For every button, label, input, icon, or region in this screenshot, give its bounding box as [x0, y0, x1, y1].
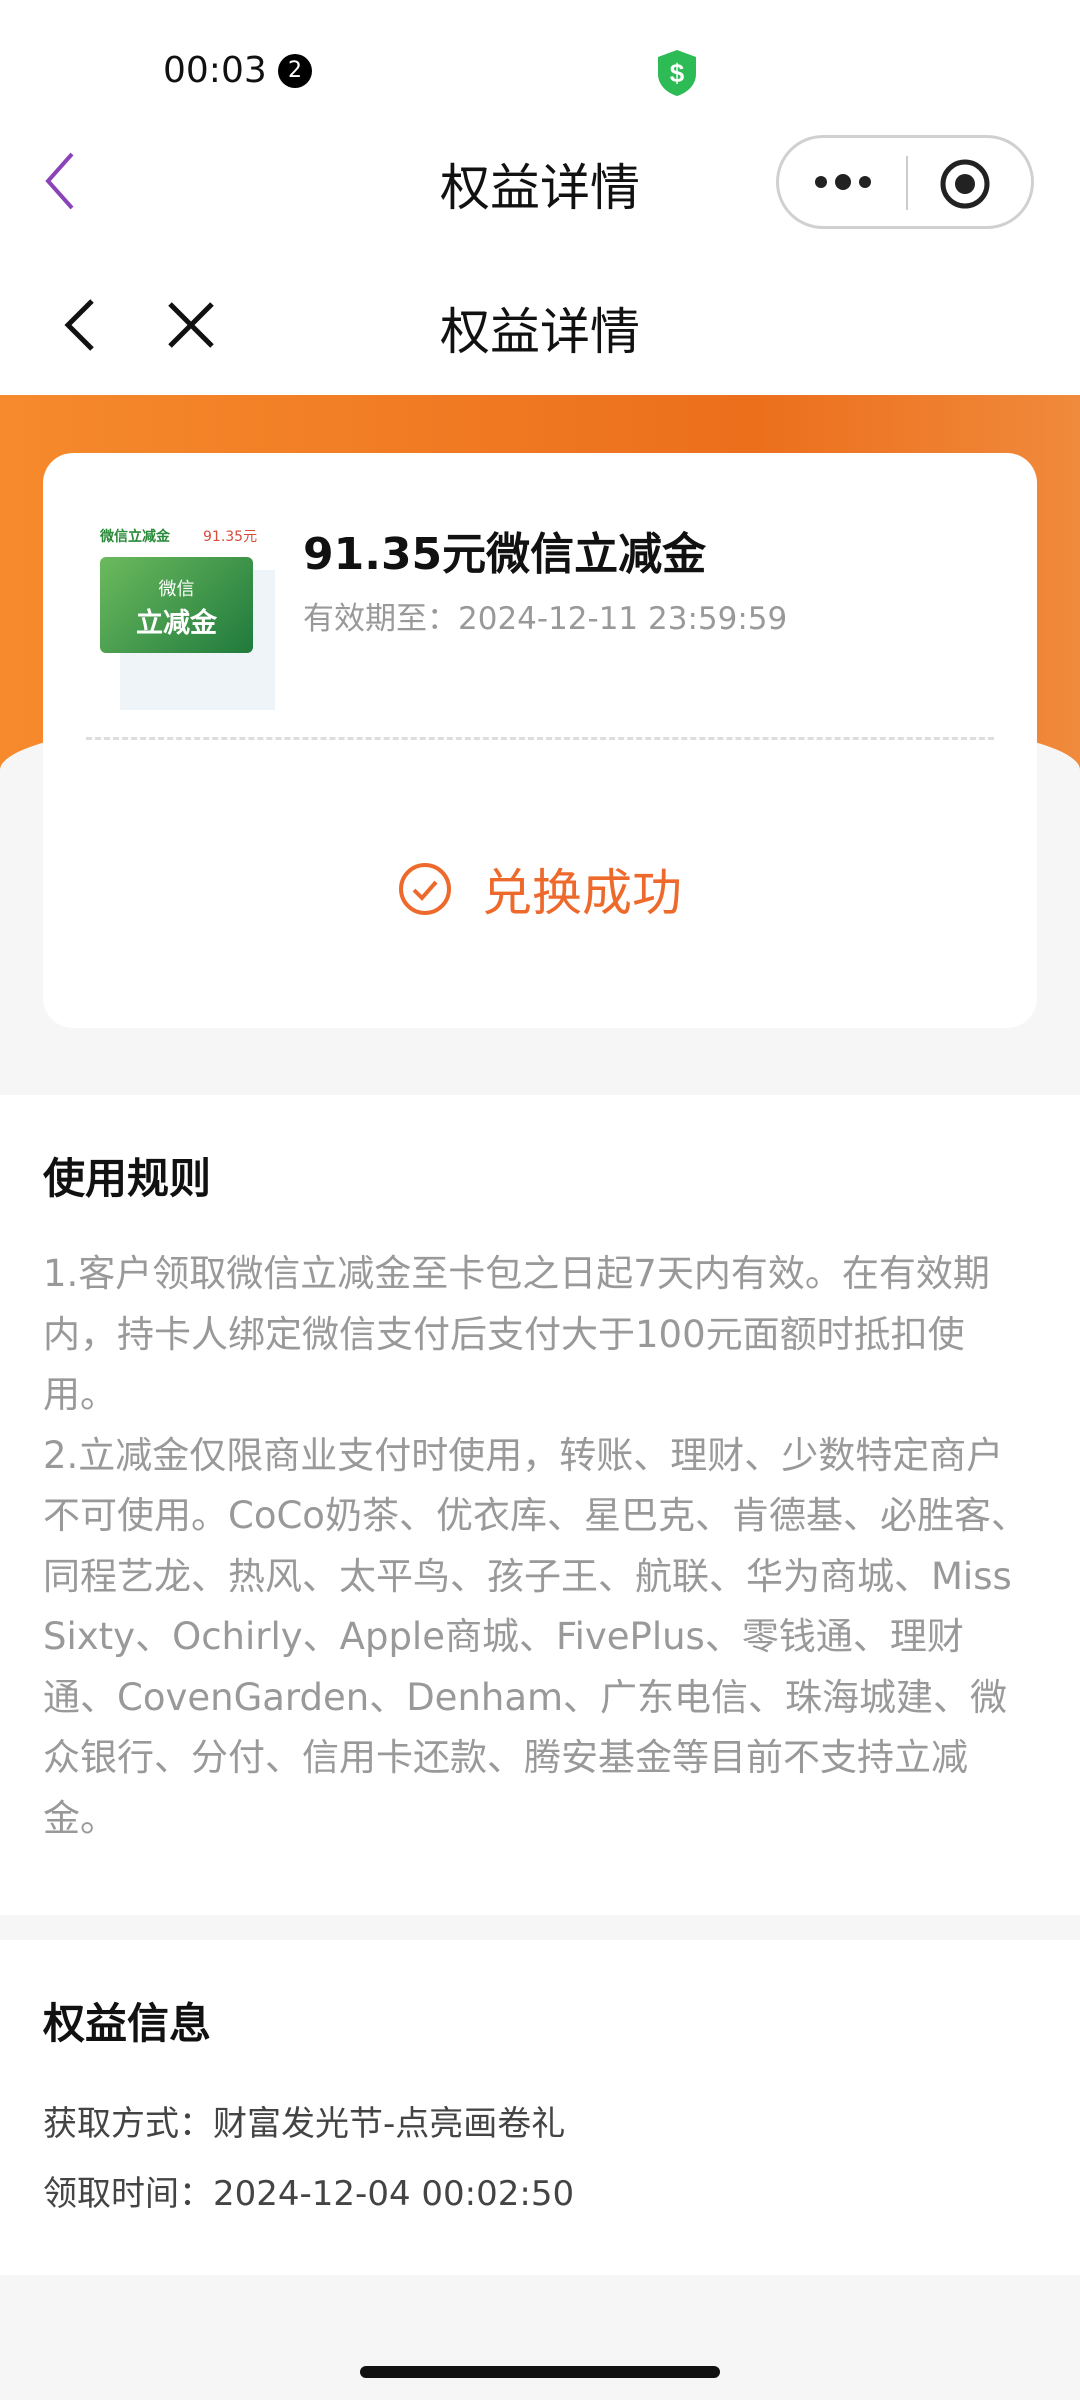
benefit-info-section: 权益信息 获取方式：财富发光节-点亮画卷礼 领取时间：2024-12-04 00…	[0, 1940, 1080, 2275]
redeem-status: 兑换成功	[43, 853, 1037, 925]
info-source: 获取方式：财富发光节-点亮画卷礼	[43, 2104, 566, 2144]
notification-badge: 2	[278, 54, 312, 88]
status-text: 兑换成功	[482, 864, 682, 922]
capsule-divider	[906, 156, 908, 210]
shield-dollar-icon: $	[658, 50, 696, 96]
more-icon[interactable]	[813, 172, 873, 192]
voucher-title: 91.35元微信立减金	[303, 529, 707, 580]
usage-rules-section: 使用规则 1.客户领取微信立减金至卡包之日起7天内有效。在有效期内，持卡人绑定微…	[0, 1095, 1080, 1915]
page-title: 权益详情	[440, 303, 640, 361]
thumb-green-card: 微信 立减金	[100, 557, 253, 653]
dashed-divider	[86, 737, 994, 740]
check-circle-icon	[399, 863, 451, 915]
rule-item: 1.客户领取微信立减金至卡包之日起7天内有效。在有效期内，持卡人绑定微信支付后支…	[43, 1252, 990, 1416]
thumb-amount: 91.35元	[203, 529, 258, 545]
rules-title: 使用规则	[43, 1154, 212, 1203]
voucher-thumbnail: 微信立减金 91.35元 微信 立减金	[100, 520, 280, 710]
svg-text:$: $	[670, 58, 685, 88]
rule-item: 2.立减金仅限商业支付时使用，转账、理财、少数特定商户不可使用。CoCo奶茶、优…	[43, 1433, 1028, 1840]
close-miniprogram-icon[interactable]	[939, 158, 991, 210]
thumb-line2: 立减金	[136, 608, 217, 639]
capsule-menu	[776, 135, 1034, 229]
info-time: 领取时间：2024-12-04 00:02:50	[43, 2174, 575, 2214]
thumb-line1: 微信	[158, 579, 195, 600]
info-title: 权益信息	[43, 1999, 212, 2048]
expiry-date: 有效期至：2024-12-11 23:59:59	[303, 601, 788, 637]
home-indicator[interactable]	[360, 2366, 720, 2378]
status-time: 00:03	[163, 50, 267, 91]
benefit-card: 微信立减金 91.35元 微信 立减金 91.35元微信立减金 有效期至：202…	[43, 453, 1037, 1028]
thumb-label: 微信立减金	[100, 529, 170, 545]
